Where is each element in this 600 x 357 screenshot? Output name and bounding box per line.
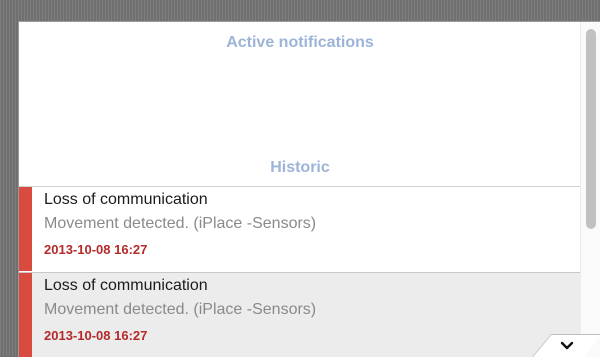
notification-date: 2013-10-08 16:27 xyxy=(44,242,148,257)
active-notifications-heading: Active notifications xyxy=(226,34,374,51)
chevron-down-icon[interactable] xyxy=(559,338,575,354)
notification-description: Movement detected. (iPlace -Sensors) xyxy=(44,301,317,318)
notification-title: Loss of communication xyxy=(44,191,208,208)
historic-heading: Historic xyxy=(270,159,330,176)
severity-bar xyxy=(19,187,32,271)
notification-date: 2013-10-08 16:27 xyxy=(44,328,148,343)
notification-title: Loss of communication xyxy=(44,277,208,294)
vertical-scrollbar[interactable] xyxy=(580,22,600,357)
notification-item[interactable]: Loss of communication Movement detected.… xyxy=(19,186,581,271)
notifications-panel: Active notifications Historic Loss of co… xyxy=(18,21,600,357)
notification-description: Movement detected. (iPlace -Sensors) xyxy=(44,215,317,232)
notification-item[interactable]: Loss of communication Movement detected.… xyxy=(19,272,581,357)
severity-bar xyxy=(19,273,32,357)
scrollbar-thumb[interactable] xyxy=(586,29,596,229)
window-background: Active notifications Historic Loss of co… xyxy=(0,0,600,357)
